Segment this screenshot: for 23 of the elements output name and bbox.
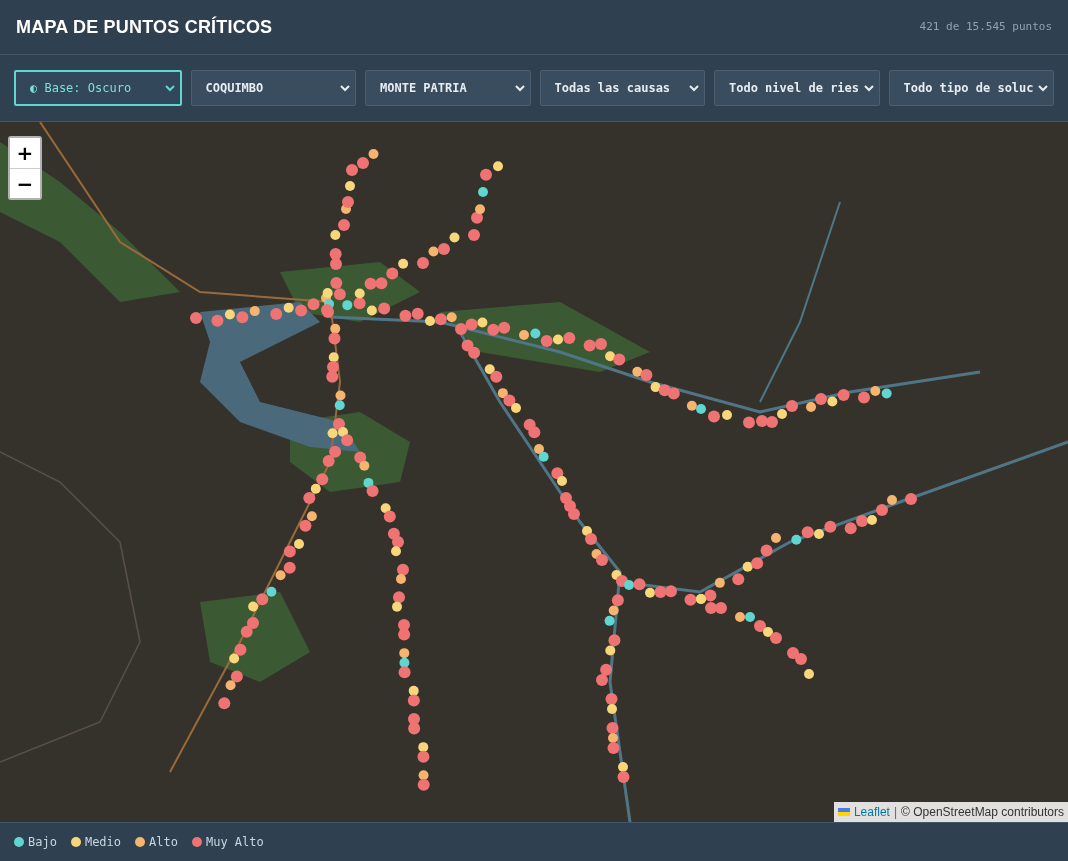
caret-icon	[862, 84, 875, 92]
caret-icon	[163, 84, 176, 92]
leaflet-link[interactable]: Leaflet	[853, 803, 890, 821]
filter-dropdown[interactable]: MONTE PATRIA	[365, 70, 531, 106]
caret-icon	[339, 84, 351, 92]
legend-label: Bajo	[28, 834, 57, 851]
page-title: MAPA DE PUNTOS CRÍTICOS	[16, 15, 273, 39]
caret-icon	[513, 84, 526, 92]
filter-dropdown[interactable]: COQUIMBO	[190, 70, 356, 106]
attribution-text: © OpenStreetMap contributors	[901, 804, 1064, 821]
legend-label: Muy Alto	[205, 834, 264, 851]
caret-icon	[1037, 84, 1049, 92]
filter-dropdown[interactable]: Todo tipo de soluc	[888, 70, 1054, 106]
attribution-separator: |	[893, 804, 898, 821]
legend-label: Alto	[149, 834, 178, 851]
filter-dropdown[interactable]: Todas las causas	[539, 70, 705, 106]
zoom-out-button[interactable]: −	[10, 168, 40, 198]
caret-icon	[688, 84, 700, 92]
legend-label: Medio	[84, 834, 122, 851]
filter-dropdown[interactable]: ◐ Base: Oscuro	[14, 70, 182, 106]
point-count: 421 de 15.545 puntos	[919, 18, 1052, 35]
flag-icon	[837, 808, 850, 816]
filter-dropdown[interactable]: Todo nivel de ries	[714, 70, 880, 106]
